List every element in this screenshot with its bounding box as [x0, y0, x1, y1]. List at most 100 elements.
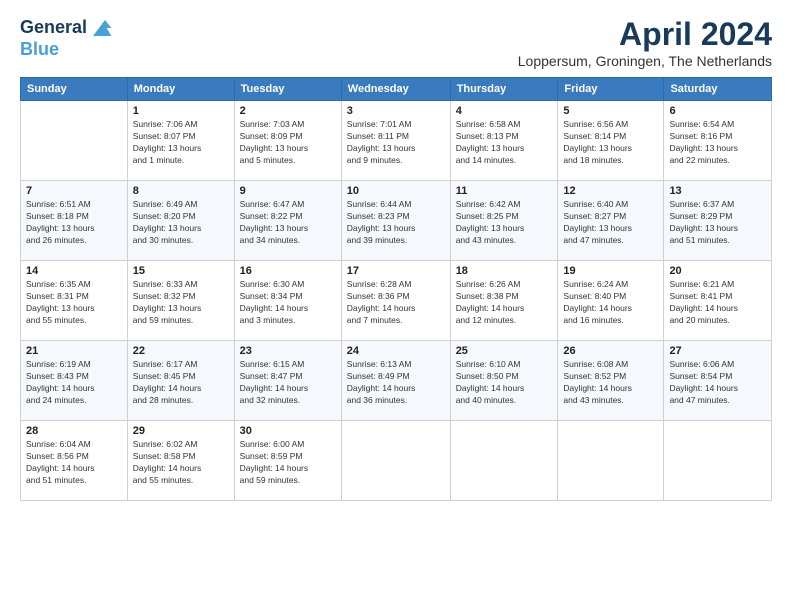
day-number: 29 — [133, 425, 229, 437]
col-friday: Friday — [558, 78, 664, 101]
logo-blue-text: Blue — [20, 40, 59, 60]
calendar-cell — [341, 421, 450, 501]
day-info: Sunrise: 6:06 AM Sunset: 8:54 PM Dayligh… — [669, 359, 766, 407]
day-info: Sunrise: 6:15 AM Sunset: 8:47 PM Dayligh… — [240, 359, 336, 407]
logo-text: General — [20, 18, 87, 38]
calendar-cell: 6Sunrise: 6:54 AM Sunset: 8:16 PM Daylig… — [664, 101, 772, 181]
day-number: 7 — [26, 185, 122, 197]
day-info: Sunrise: 6:47 AM Sunset: 8:22 PM Dayligh… — [240, 199, 336, 247]
day-number: 1 — [133, 105, 229, 117]
calendar-cell: 30Sunrise: 6:00 AM Sunset: 8:59 PM Dayli… — [234, 421, 341, 501]
day-info: Sunrise: 7:01 AM Sunset: 8:11 PM Dayligh… — [347, 119, 445, 167]
day-number: 8 — [133, 185, 229, 197]
calendar-cell: 22 Sunrise: 6:17 AM Sunset: 8:45 PM Dayli… — [127, 341, 234, 421]
week-row-5: 28 Sunrise: 6:04 AM Sunset: 8:56 PM Dayli… — [21, 421, 772, 501]
day-info: Sunrise: 6:42 AM Sunset: 8:25 PM Dayligh… — [456, 199, 553, 247]
day-number: 12 — [563, 185, 658, 197]
day-info: Sunrise: 7:06 AM Sunset: 8:07 PM Dayligh… — [133, 119, 229, 167]
day-info: Sunrise: 6:37 AM Sunset: 8:29 PM Dayligh… — [669, 199, 766, 247]
month-year: April 2024 — [518, 16, 772, 53]
day-number: 19 — [563, 265, 658, 277]
week-row-3: 14 Sunrise: 6:35 AM Sunset: 8:31 PM Dayli… — [21, 261, 772, 341]
day-info: Sunrise: 6:10 AM Sunset: 8:50 PM Dayligh… — [456, 359, 553, 407]
col-thursday: Thursday — [450, 78, 558, 101]
day-number: 6 — [669, 105, 766, 117]
week-row-2: 7 Sunrise: 6:51 AM Sunset: 8:18 PM Daylig… — [21, 181, 772, 261]
calendar-cell: 28 Sunrise: 6:04 AM Sunset: 8:56 PM Dayli… — [21, 421, 128, 501]
day-number: 28 — [26, 425, 122, 437]
day-number: 9 — [240, 185, 336, 197]
day-number: 4 — [456, 105, 553, 117]
calendar-cell: 2 Sunrise: 7:03 AM Sunset: 8:09 PM Daylig… — [234, 101, 341, 181]
page: General Blue April 2024 Loppersum, Groni… — [0, 0, 792, 612]
day-number: 13 — [669, 185, 766, 197]
calendar-cell: 4 Sunrise: 6:58 AM Sunset: 8:13 PM Daylig… — [450, 101, 558, 181]
calendar-cell: 24Sunrise: 6:13 AM Sunset: 8:49 PM Dayli… — [341, 341, 450, 421]
calendar-cell: 23 Sunrise: 6:15 AM Sunset: 8:47 PM Dayli… — [234, 341, 341, 421]
calendar-cell: 17Sunrise: 6:28 AM Sunset: 8:36 PM Dayli… — [341, 261, 450, 341]
day-info: Sunrise: 6:13 AM Sunset: 8:49 PM Dayligh… — [347, 359, 445, 407]
day-info: Sunrise: 6:02 AM Sunset: 8:58 PM Dayligh… — [133, 439, 229, 487]
day-number: 10 — [347, 185, 445, 197]
day-info: Sunrise: 6:21 AM Sunset: 8:41 PM Dayligh… — [669, 279, 766, 327]
day-info: Sunrise: 6:51 AM Sunset: 8:18 PM Dayligh… — [26, 199, 122, 247]
day-info: Sunrise: 7:03 AM Sunset: 8:09 PM Dayligh… — [240, 119, 336, 167]
calendar-cell: 26Sunrise: 6:08 AM Sunset: 8:52 PM Dayli… — [558, 341, 664, 421]
calendar-cell: 12 Sunrise: 6:40 AM Sunset: 8:27 PM Dayli… — [558, 181, 664, 261]
day-number: 15 — [133, 265, 229, 277]
day-info: Sunrise: 6:17 AM Sunset: 8:45 PM Dayligh… — [133, 359, 229, 407]
day-info: Sunrise: 6:30 AM Sunset: 8:34 PM Dayligh… — [240, 279, 336, 327]
day-info: Sunrise: 6:35 AM Sunset: 8:31 PM Dayligh… — [26, 279, 122, 327]
col-sunday: Sunday — [21, 78, 128, 101]
week-row-1: 1 Sunrise: 7:06 AM Sunset: 8:07 PM Daylig… — [21, 101, 772, 181]
day-number: 23 — [240, 345, 336, 357]
day-number: 20 — [669, 265, 766, 277]
day-info: Sunrise: 6:56 AM Sunset: 8:14 PM Dayligh… — [563, 119, 658, 167]
col-tuesday: Tuesday — [234, 78, 341, 101]
day-info: Sunrise: 6:24 AM Sunset: 8:40 PM Dayligh… — [563, 279, 658, 327]
col-wednesday: Wednesday — [341, 78, 450, 101]
day-number: 14 — [26, 265, 122, 277]
day-info: Sunrise: 6:44 AM Sunset: 8:23 PM Dayligh… — [347, 199, 445, 247]
calendar-cell: 15Sunrise: 6:33 AM Sunset: 8:32 PM Dayli… — [127, 261, 234, 341]
calendar-cell — [664, 421, 772, 501]
calendar-cell: 1 Sunrise: 7:06 AM Sunset: 8:07 PM Daylig… — [127, 101, 234, 181]
calendar-cell: 5 Sunrise: 6:56 AM Sunset: 8:14 PM Daylig… — [558, 101, 664, 181]
day-number: 26 — [563, 345, 658, 357]
day-number: 22 — [133, 345, 229, 357]
calendar-cell: 19 Sunrise: 6:24 AM Sunset: 8:40 PM Dayli… — [558, 261, 664, 341]
calendar-cell: 11 Sunrise: 6:42 AM Sunset: 8:25 PM Dayli… — [450, 181, 558, 261]
calendar-cell: 16 Sunrise: 6:30 AM Sunset: 8:34 PM Dayli… — [234, 261, 341, 341]
day-number: 11 — [456, 185, 553, 197]
calendar-cell — [558, 421, 664, 501]
day-number: 17 — [347, 265, 445, 277]
day-info: Sunrise: 6:40 AM Sunset: 8:27 PM Dayligh… — [563, 199, 658, 247]
calendar-cell: 20 Sunrise: 6:21 AM Sunset: 8:41 PM Dayli… — [664, 261, 772, 341]
calendar-cell: 7 Sunrise: 6:51 AM Sunset: 8:18 PM Daylig… — [21, 181, 128, 261]
day-info: Sunrise: 6:04 AM Sunset: 8:56 PM Dayligh… — [26, 439, 122, 487]
day-number: 3 — [347, 105, 445, 117]
calendar-cell: 10 Sunrise: 6:44 AM Sunset: 8:23 PM Dayli… — [341, 181, 450, 261]
calendar-cell: 3 Sunrise: 7:01 AM Sunset: 8:11 PM Daylig… — [341, 101, 450, 181]
calendar-cell: 14 Sunrise: 6:35 AM Sunset: 8:31 PM Dayli… — [21, 261, 128, 341]
day-number: 2 — [240, 105, 336, 117]
calendar-cell: 18Sunrise: 6:26 AM Sunset: 8:38 PM Dayli… — [450, 261, 558, 341]
col-saturday: Saturday — [664, 78, 772, 101]
day-info: Sunrise: 6:26 AM Sunset: 8:38 PM Dayligh… — [456, 279, 553, 327]
location: Loppersum, Groningen, The Netherlands — [518, 53, 772, 69]
title-block: April 2024 Loppersum, Groningen, The Net… — [518, 16, 772, 69]
calendar-table: Sunday Monday Tuesday Wednesday Thursday… — [20, 77, 772, 501]
calendar-cell: 8Sunrise: 6:49 AM Sunset: 8:20 PM Daylig… — [127, 181, 234, 261]
week-row-4: 21Sunrise: 6:19 AM Sunset: 8:43 PM Dayli… — [21, 341, 772, 421]
logo: General Blue — [20, 16, 113, 60]
logo-icon — [89, 16, 113, 40]
day-number: 21 — [26, 345, 122, 357]
calendar-cell: 9 Sunrise: 6:47 AM Sunset: 8:22 PM Daylig… — [234, 181, 341, 261]
calendar-cell: 21Sunrise: 6:19 AM Sunset: 8:43 PM Dayli… — [21, 341, 128, 421]
day-number: 5 — [563, 105, 658, 117]
day-number: 25 — [456, 345, 553, 357]
header-row: Sunday Monday Tuesday Wednesday Thursday… — [21, 78, 772, 101]
day-info: Sunrise: 6:58 AM Sunset: 8:13 PM Dayligh… — [456, 119, 553, 167]
day-number: 16 — [240, 265, 336, 277]
calendar-cell: 25 Sunrise: 6:10 AM Sunset: 8:50 PM Dayli… — [450, 341, 558, 421]
